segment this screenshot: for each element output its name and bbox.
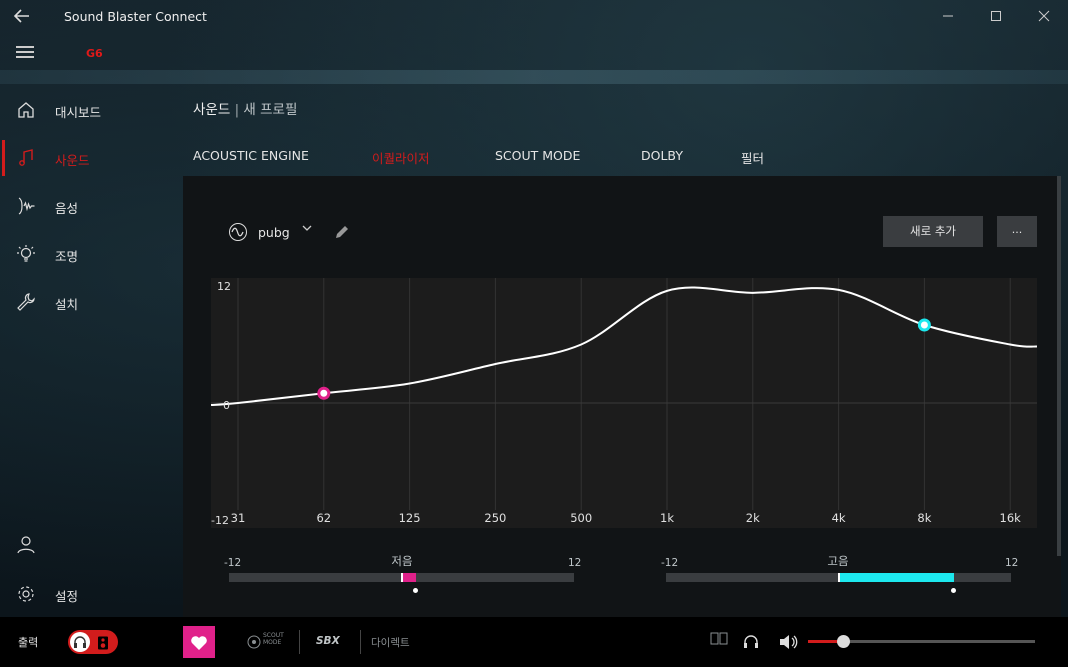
- x-tick-label: 4k: [831, 511, 846, 525]
- bass-min-label: -12: [224, 557, 242, 569]
- output-toggle[interactable]: [68, 630, 118, 654]
- bass-slider-center: [401, 573, 403, 582]
- x-tick-label: 16k: [999, 511, 1021, 525]
- app-title: Sound Blaster Connect: [64, 9, 207, 24]
- sidebar-item-settings[interactable]: 설정: [0, 574, 182, 614]
- favorite-button[interactable]: [183, 626, 215, 658]
- treble-min-label: -12: [661, 557, 679, 569]
- treble-slider-center: [838, 573, 840, 582]
- waveform-icon: [229, 223, 247, 241]
- close-icon[interactable]: [1036, 8, 1052, 24]
- title-bar: Sound Blaster Connect: [0, 0, 1068, 34]
- breadcrumb-profile: 새 프로필: [243, 102, 298, 118]
- more-button[interactable]: ...: [997, 216, 1037, 247]
- sidebar-item-voice[interactable]: 음성: [0, 186, 182, 226]
- bass-slider-fill: [401, 573, 416, 582]
- sidebar-item-label: 사운드: [55, 153, 90, 168]
- x-tick-label: 2k: [745, 511, 760, 525]
- tab-acoustic-engine[interactable]: ACOUSTIC ENGINE: [193, 148, 309, 163]
- breadcrumb-section: 사운드: [193, 102, 231, 118]
- dolby-audio-icon: [710, 632, 728, 652]
- x-tick-label: 250: [484, 511, 507, 525]
- music-note-icon: [16, 148, 36, 168]
- hamburger-icon[interactable]: [16, 46, 34, 58]
- headphones-icon[interactable]: [742, 633, 760, 651]
- sidebar-item-label: 설치: [55, 297, 79, 312]
- x-tick-label: 62: [316, 511, 332, 525]
- add-new-button[interactable]: 새로 추가: [883, 216, 983, 247]
- pencil-icon[interactable]: [334, 224, 350, 240]
- sidebar-item-label: 설정: [55, 589, 79, 604]
- equalizer-svg: [211, 278, 1037, 528]
- breadcrumb: 사운드 | 새 프로필: [193, 98, 297, 118]
- bass-max-label: 12: [568, 557, 582, 569]
- sidebar-item-label: 조명: [55, 249, 79, 264]
- tab-equalizer[interactable]: 이퀄라이저: [372, 148, 430, 167]
- treble-title: 고음: [827, 554, 849, 568]
- divider: [299, 630, 300, 654]
- volume-slider-thumb[interactable]: [837, 635, 850, 648]
- y-tick-label: 12: [217, 280, 231, 293]
- sidebar-item-lighting[interactable]: 조명: [0, 234, 182, 274]
- bulb-icon: [16, 244, 36, 264]
- divider: [360, 630, 361, 654]
- bass-indicator-dot: [413, 588, 418, 593]
- maximize-icon[interactable]: [988, 8, 1004, 24]
- x-tick-label: 1k: [660, 511, 674, 525]
- treble-slider-fill: [838, 573, 954, 582]
- y-tick-label: 0: [223, 399, 230, 412]
- tab-filter[interactable]: 필터: [741, 148, 764, 167]
- treble-indicator-dot: [951, 588, 956, 593]
- tab-dolby[interactable]: DOLBY: [641, 148, 683, 163]
- sidebar-item-sound[interactable]: 사운드: [0, 138, 182, 178]
- headphones-icon: [70, 632, 90, 652]
- wrench-icon: [16, 292, 36, 312]
- preset-name[interactable]: pubg: [258, 225, 290, 240]
- minimize-icon[interactable]: [940, 8, 956, 24]
- gear-icon: [16, 584, 36, 604]
- scout-mode-logo[interactable]: SCOUT MODE: [263, 632, 293, 646]
- equalizer-chart[interactable]: [211, 278, 1037, 528]
- panel-scrollbar[interactable]: [1057, 176, 1061, 556]
- sidebar-item-label: 음성: [55, 201, 79, 216]
- bass-title: 저음: [391, 554, 413, 568]
- breadcrumb-separator: |: [234, 102, 240, 118]
- device-name: G6: [86, 47, 103, 60]
- sidebar-item-dashboard[interactable]: 대시보드: [0, 90, 182, 130]
- scout-mode-icon: [247, 634, 261, 649]
- x-tick-label: 31: [230, 511, 246, 525]
- y-tick-label: -12: [211, 514, 229, 527]
- sidebar-account[interactable]: [0, 524, 182, 564]
- eq-handle-8k[interactable]: [917, 318, 931, 332]
- voice-icon: [16, 196, 36, 216]
- eq-handle-62[interactable]: [317, 386, 331, 400]
- speaker-icon: [97, 635, 109, 650]
- direct-button[interactable]: 다이렉트: [371, 635, 410, 650]
- x-tick-label: 125: [398, 511, 421, 525]
- treble-max-label: 12: [1005, 557, 1019, 569]
- home-icon: [16, 100, 36, 120]
- output-label: 출력: [18, 636, 39, 649]
- sidebar-item-label: 대시보드: [55, 105, 102, 120]
- sbx-button[interactable]: SBX: [316, 635, 340, 647]
- chevron-down-icon[interactable]: [301, 222, 313, 237]
- x-tick-label: 8k: [917, 511, 932, 525]
- user-icon: [16, 534, 36, 554]
- back-arrow-icon[interactable]: [12, 6, 36, 28]
- heart-icon: [191, 636, 207, 650]
- tab-scout-mode[interactable]: SCOUT MODE: [495, 148, 580, 163]
- sidebar-item-setup[interactable]: 설치: [0, 282, 182, 322]
- volume-icon[interactable]: [778, 633, 798, 651]
- x-tick-label: 500: [570, 511, 593, 525]
